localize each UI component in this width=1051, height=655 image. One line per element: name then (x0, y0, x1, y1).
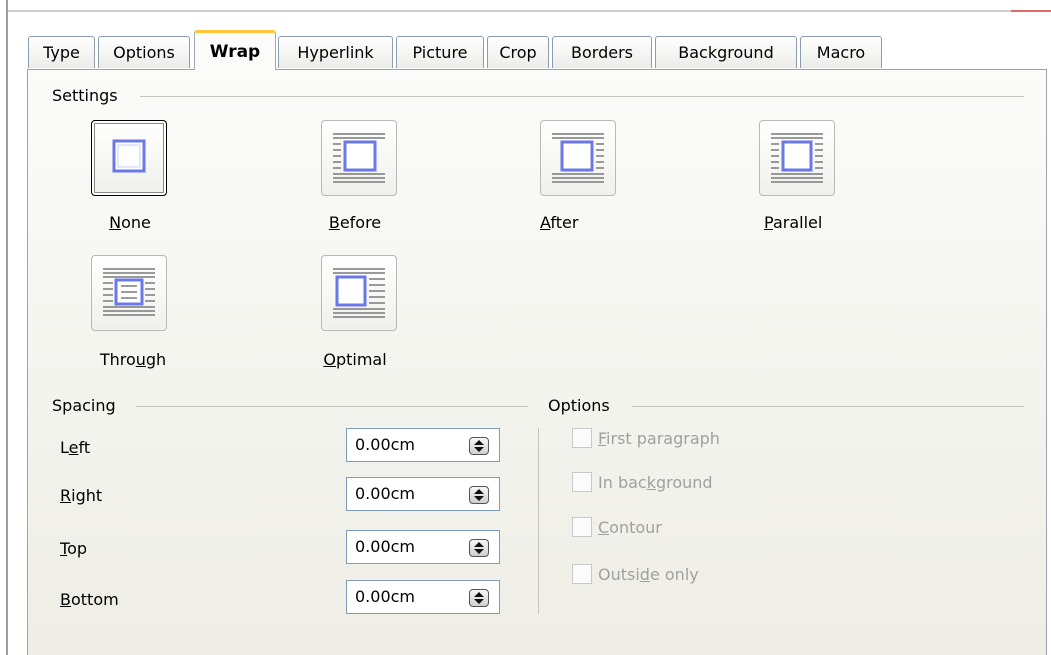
wrap-parallel-label: Parallel (764, 213, 823, 232)
tab-picture[interactable]: Picture (396, 36, 484, 68)
top-label: Top (60, 539, 88, 558)
spacing-group-label: Spacing (52, 396, 116, 415)
right-spin-field[interactable]: 0.00cm (346, 477, 500, 511)
wrap-optimal-label: Optimal (323, 350, 387, 369)
tab-label: Macro (816, 43, 866, 62)
wrap-before-icon (333, 133, 385, 183)
left-value: 0.00cm (355, 435, 416, 454)
settings-group-label: Settings (52, 86, 118, 105)
tab-options[interactable]: Options (98, 36, 190, 68)
checkbox-box[interactable] (572, 564, 592, 584)
tab-label: Background (678, 43, 774, 62)
wrap-tab-panel (27, 69, 1047, 655)
first-paragraph-label: First paragraph (598, 428, 720, 448)
wrap-optimal-icon (333, 268, 385, 318)
in-background-label: In background (598, 472, 713, 492)
in-background-checkbox[interactable]: In background (572, 472, 713, 492)
tab-macro[interactable]: Macro (800, 36, 882, 68)
tab-label: Type (43, 43, 80, 62)
wrap-before-label: Before (328, 213, 382, 232)
wrap-through-label: Through (99, 350, 167, 369)
wrap-none-label: None (109, 213, 151, 232)
tab-type[interactable]: Type (28, 36, 95, 68)
wrap-through-icon (103, 268, 155, 316)
wrap-none-icon (112, 139, 146, 173)
bottom-spin-field[interactable]: 0.00cm (346, 580, 500, 614)
wrap-parallel-icon (771, 133, 823, 183)
left-spin-field[interactable]: 0.00cm (346, 428, 500, 462)
options-divider (632, 406, 1024, 407)
outside-only-label: Outside only (598, 564, 699, 584)
right-value: 0.00cm (355, 484, 416, 503)
tab-label: Wrap (209, 41, 261, 62)
spacing-divider (136, 406, 528, 407)
window-edge (6, 0, 8, 655)
checkbox-box[interactable] (572, 428, 592, 448)
wrap-before-button[interactable] (321, 120, 397, 196)
wrap-after-button[interactable] (540, 120, 616, 196)
wrap-through-button[interactable] (91, 255, 167, 331)
tab-borders[interactable]: Borders (552, 36, 652, 68)
top-value: 0.00cm (355, 537, 416, 556)
wrap-after-icon (552, 133, 604, 183)
right-label: Right (60, 486, 103, 505)
checkbox-box[interactable] (572, 472, 592, 492)
window-top-edge (8, 10, 1051, 12)
wrap-after-label: After (540, 213, 579, 232)
spin-arrows-icon[interactable] (469, 437, 489, 455)
spin-arrows-icon[interactable] (469, 539, 489, 557)
tab-label: Borders (571, 43, 633, 62)
first-paragraph-checkbox[interactable]: First paragraph (572, 428, 720, 448)
settings-divider (140, 96, 1024, 97)
tab-label: Crop (499, 43, 537, 62)
contour-checkbox[interactable]: Contour (572, 517, 662, 537)
contour-label: Contour (598, 517, 662, 537)
spin-arrows-icon[interactable] (469, 589, 489, 607)
corner-mark (1011, 10, 1051, 12)
tab-hyperlink[interactable]: Hyperlink (278, 36, 393, 68)
options-group-label: Options (548, 396, 610, 415)
wrap-optimal-button[interactable] (321, 255, 397, 331)
tab-background[interactable]: Background (655, 36, 797, 68)
wrap-none-button[interactable] (91, 120, 167, 196)
tab-wrap[interactable]: Wrap (194, 30, 276, 70)
tab-label: Picture (412, 43, 468, 62)
checkbox-box[interactable] (572, 517, 592, 537)
bottom-label: Bottom (60, 590, 119, 609)
top-spin-field[interactable]: 0.00cm (346, 530, 500, 564)
tab-crop[interactable]: Crop (487, 36, 549, 68)
left-label: Left (60, 438, 91, 457)
outside-only-checkbox[interactable]: Outside only (572, 564, 699, 584)
spin-arrows-icon[interactable] (469, 486, 489, 504)
wrap-parallel-button[interactable] (759, 120, 835, 196)
tab-label: Hyperlink (297, 43, 374, 62)
bottom-value: 0.00cm (355, 587, 416, 606)
tab-label: Options (113, 43, 175, 62)
spacing-options-separator (538, 428, 539, 614)
